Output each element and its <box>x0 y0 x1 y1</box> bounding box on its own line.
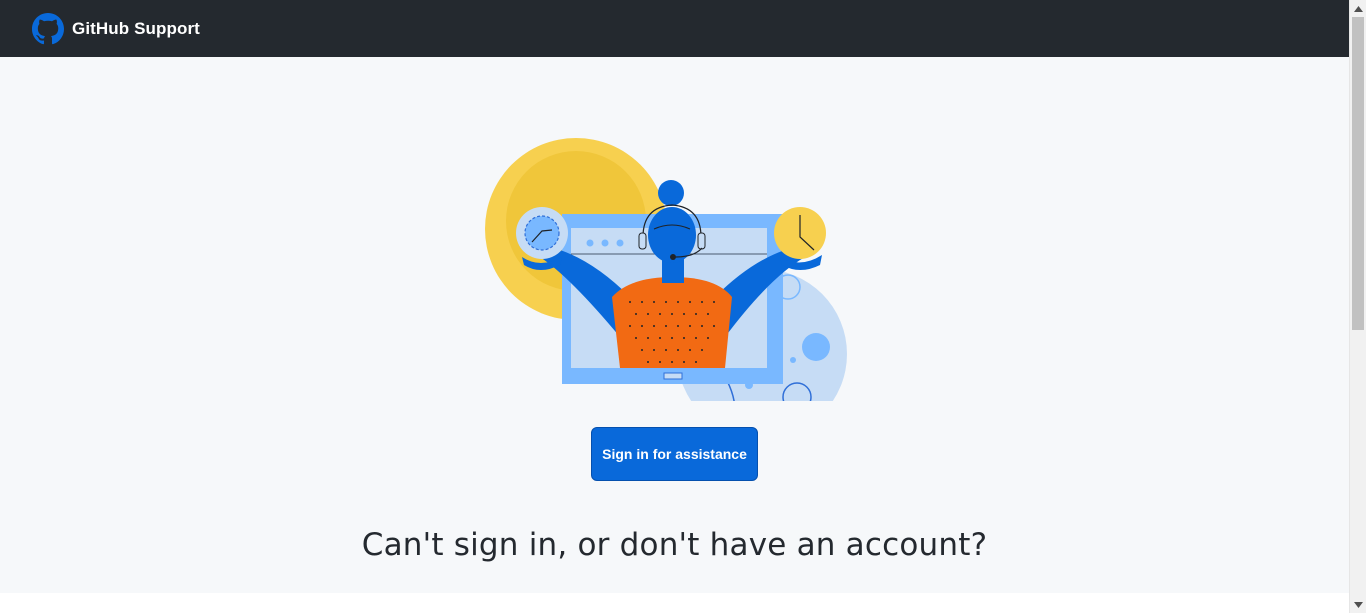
hero-section: Sign in for assistance Can't sign in, or… <box>0 57 1349 593</box>
page-viewport: GitHub Support Sign in for assistance Ca… <box>0 0 1349 613</box>
support-agent-illustration <box>485 138 847 401</box>
scrollbar-thumb[interactable] <box>1352 17 1364 330</box>
below-hero-section <box>0 593 1349 613</box>
github-octocat-icon[interactable] <box>32 12 64 45</box>
vertical-scrollbar[interactable] <box>1349 0 1366 613</box>
top-navigation-bar: GitHub Support <box>0 0 1349 57</box>
cant-sign-in-heading: Can't sign in, or don't have an account? <box>361 527 988 563</box>
scroll-up-arrow-icon[interactable] <box>1350 0 1366 17</box>
scroll-down-arrow-icon[interactable] <box>1350 596 1366 613</box>
sign-in-for-assistance-button[interactable]: Sign in for assistance <box>591 427 758 481</box>
brand-name[interactable]: GitHub Support <box>72 19 200 39</box>
